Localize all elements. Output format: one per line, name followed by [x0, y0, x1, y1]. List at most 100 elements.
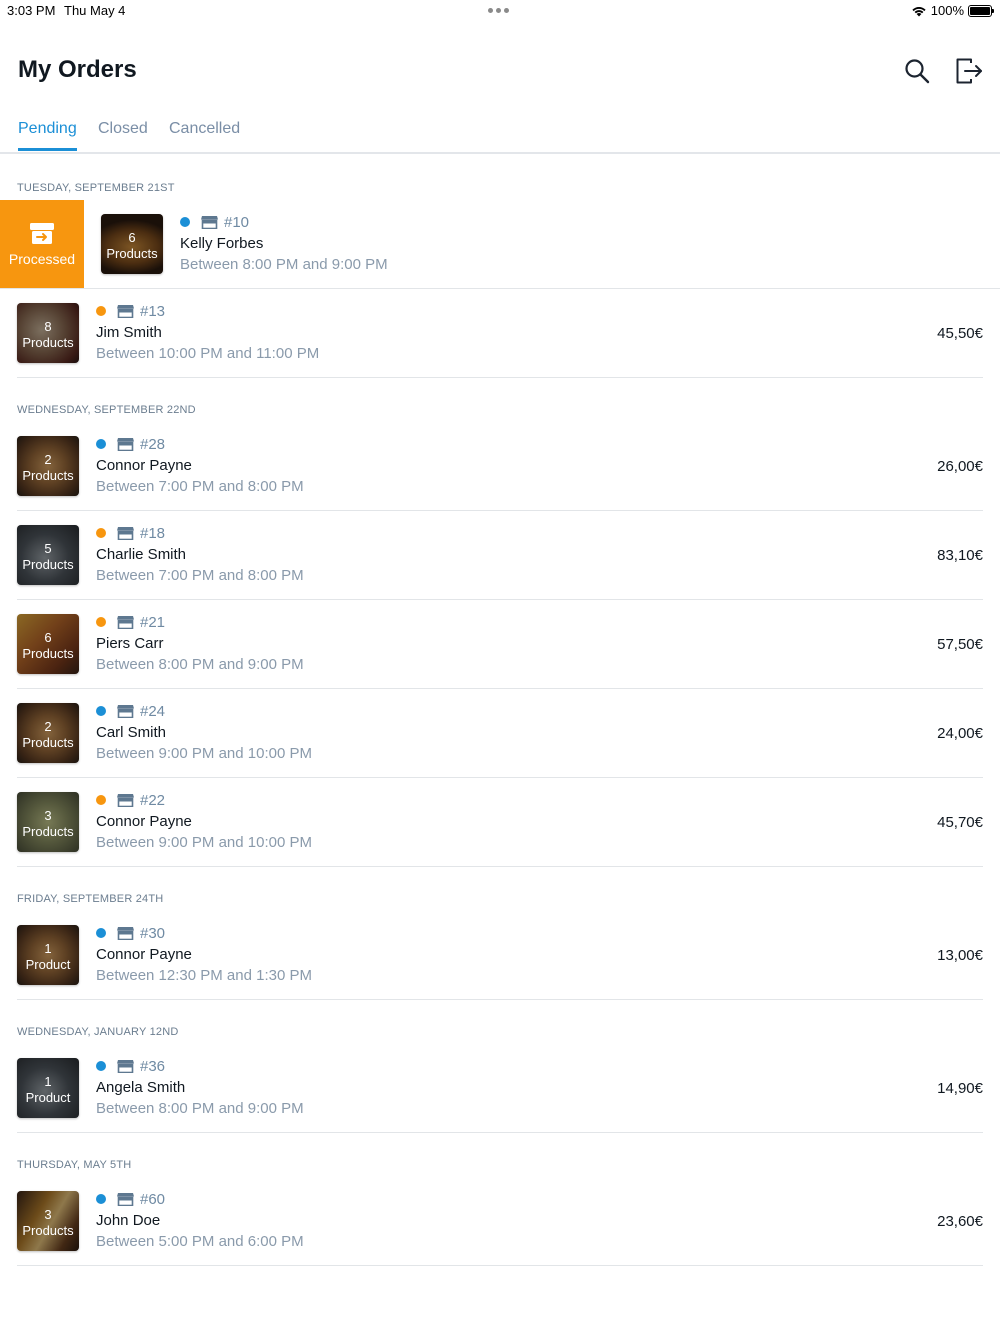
order-row[interactable]: 3 Products #22 Connor Payne Between 9:00 PM …: [0, 778, 1000, 867]
battery-percent: 100%: [930, 3, 964, 18]
status-dot: [96, 1061, 106, 1071]
logout-icon[interactable]: [954, 56, 984, 86]
order-row[interactable]: 3 Products #60 John Doe Between 5:00 PM and …: [0, 1177, 1000, 1266]
product-count-unit: Products: [22, 557, 74, 572]
order-thumbnail: 6 Products: [17, 614, 79, 674]
wifi-icon: [912, 6, 926, 16]
product-count: 6 Products: [17, 630, 79, 662]
order-row[interactable]: 2 Products #28 Connor Payne Between 7:00 PM …: [0, 422, 1000, 511]
order-row[interactable]: Processed 6 Products #10 Kelly Forbes Between…: [0, 200, 1000, 289]
header: My Orders: [18, 50, 984, 92]
status-bar: 3:03 PM Thu May 4 100%: [0, 0, 1000, 22]
date-section-header: THURSDAY, MAY 5TH: [0, 1133, 1000, 1177]
box-arrow-icon: [30, 223, 54, 244]
order-number: #30: [140, 924, 166, 942]
order-thumbnail: 5 Products: [17, 525, 79, 585]
product-count-number: 8: [44, 319, 52, 334]
delivery-window: Between 8:00 PM and 9:00 PM: [96, 656, 304, 673]
delivery-window: Between 10:00 PM and 11:00 PM: [96, 345, 320, 362]
product-count: 2 Products: [17, 452, 79, 484]
status-dot: [96, 1194, 106, 1204]
search-icon[interactable]: [902, 56, 932, 86]
order-row[interactable]: 6 Products #21 Piers Carr Between 8:00 PM an…: [0, 600, 1000, 689]
order-list[interactable]: TUESDAY, SEPTEMBER 21ST Processed 6 Product…: [0, 156, 1000, 1266]
product-count-number: 1: [44, 941, 52, 956]
customer-name: Connor Payne: [96, 457, 192, 474]
delivery-window: Between 5:00 PM and 6:00 PM: [96, 1233, 304, 1250]
order-meta: #10: [180, 212, 388, 232]
order-number: #21: [140, 613, 166, 631]
status-dot: [96, 306, 106, 316]
order-price: 83,10€: [937, 547, 983, 564]
order-thumbnail: 1 Product: [17, 925, 79, 985]
order-info: #21 Piers Carr Between 8:00 PM and 9:00 PM: [96, 612, 304, 673]
product-count-unit: Products: [22, 735, 74, 750]
product-count-unit: Product: [25, 957, 71, 972]
order-price: 45,50€: [937, 325, 983, 342]
store-icon: [117, 794, 134, 807]
order-number: #36: [140, 1057, 166, 1075]
tab-cancelled[interactable]: Cancelled: [169, 120, 240, 148]
row-divider: [17, 1265, 983, 1266]
product-count: 6 Products: [101, 230, 163, 262]
product-count-number: 1: [44, 1074, 52, 1089]
date-section-title: WEDNESDAY, JANUARY 12ND: [17, 1026, 179, 1038]
order-price: 57,50€: [937, 636, 983, 653]
order-meta: #24: [96, 701, 312, 721]
order-meta: #21: [96, 612, 304, 632]
order-thumbnail: 2 Products: [17, 436, 79, 496]
delivery-window: Between 12:30 PM and 1:30 PM: [96, 967, 312, 984]
processed-label: Processed: [8, 251, 76, 267]
store-icon: [117, 705, 134, 718]
status-dot: [96, 706, 106, 716]
order-price: 14,90€: [937, 1080, 983, 1097]
product-count: 3 Products: [17, 808, 79, 840]
date-section-title: TUESDAY, SEPTEMBER 21ST: [17, 182, 175, 194]
product-count-unit: Products: [22, 824, 74, 839]
tab-closed[interactable]: Closed: [98, 120, 148, 148]
order-row[interactable]: 8 Products #13 Jim Smith Between 10:00 PM an…: [0, 289, 1000, 378]
date-section-title: FRIDAY, SEPTEMBER 24TH: [17, 893, 164, 905]
processed-button[interactable]: Processed: [0, 200, 84, 288]
order-row[interactable]: 2 Products #24 Carl Smith Between 9:00 PM an…: [0, 689, 1000, 778]
product-count-unit: Products: [22, 1223, 74, 1238]
product-count-number: 2: [44, 719, 52, 734]
order-number: #28: [140, 435, 166, 453]
order-row[interactable]: 1 Product #30 Connor Payne Between 12:30 PM …: [0, 911, 1000, 1000]
order-row[interactable]: 1 Product #36 Angela Smith Between 8:00 PM a…: [0, 1044, 1000, 1133]
order-number: #24: [140, 702, 166, 720]
product-count: 2 Products: [17, 719, 79, 751]
delivery-window: Between 7:00 PM and 8:00 PM: [96, 478, 304, 495]
order-number: #13: [140, 302, 166, 320]
tab-pending[interactable]: Pending: [18, 120, 77, 151]
order-thumbnail: 2 Products: [17, 703, 79, 763]
product-count-number: 6: [44, 630, 52, 645]
customer-name: Connor Payne: [96, 813, 192, 830]
product-count: 1 Product: [17, 1074, 79, 1106]
product-count-unit: Product: [25, 1090, 71, 1105]
order-info: #18 Charlie Smith Between 7:00 PM and 8:00…: [96, 523, 304, 584]
order-thumbnail: 3 Products: [17, 792, 79, 852]
customer-name: Kelly Forbes: [180, 235, 264, 252]
store-icon: [117, 527, 134, 540]
order-price: 23,60€: [937, 1213, 983, 1230]
multitasking-dots-icon[interactable]: [488, 8, 509, 13]
product-count: 1 Product: [17, 941, 79, 973]
status-dot: [180, 217, 190, 227]
page-title: My Orders: [18, 56, 137, 83]
order-price: 45,70€: [937, 814, 983, 831]
status-dot: [96, 528, 106, 538]
order-info: #36 Angela Smith Between 8:00 PM and 9:00 …: [96, 1056, 304, 1117]
order-info: #13 Jim Smith Between 10:00 PM and 11:00 P…: [96, 301, 319, 362]
store-icon: [117, 438, 134, 451]
order-row[interactable]: 5 Products #18 Charlie Smith Between 7:00 PM…: [0, 511, 1000, 600]
product-count-number: 5: [44, 541, 52, 556]
order-price: 24,00€: [937, 725, 983, 742]
status-dot: [96, 928, 106, 938]
delivery-window: Between 9:00 PM and 10:00 PM: [96, 745, 312, 762]
customer-name: Piers Carr: [96, 635, 164, 652]
product-count-number: 3: [44, 808, 52, 823]
order-meta: #60: [96, 1189, 304, 1209]
order-info: #60 John Doe Between 5:00 PM and 6:00 PM: [96, 1189, 304, 1250]
product-count-number: 6: [128, 230, 136, 245]
